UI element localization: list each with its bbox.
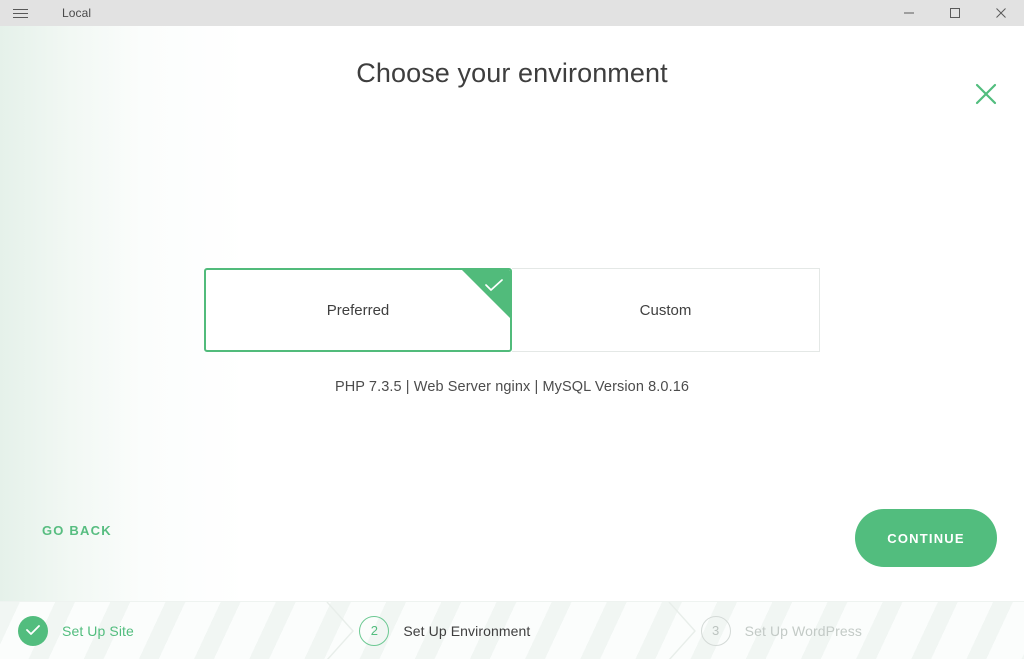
environment-option-preferred[interactable]: Preferred: [204, 268, 512, 352]
title-bar: Local: [0, 0, 1024, 26]
selected-corner-badge: [462, 270, 510, 318]
step-label: Set Up WordPress: [744, 622, 862, 639]
step-set-up-environment[interactable]: 2 Set Up Environment: [341, 602, 696, 659]
window-controls: [886, 0, 1024, 26]
step-set-up-site[interactable]: Set Up Site: [0, 602, 355, 659]
environment-option-custom[interactable]: Custom: [512, 268, 820, 352]
wizard-step-bar: Set Up Site 2 Set Up Environment 3 Set U…: [0, 601, 1024, 659]
go-back-button[interactable]: GO BACK: [42, 523, 112, 538]
step-set-up-wordpress[interactable]: 3 Set Up WordPress: [683, 602, 1024, 659]
step-marker: 3: [700, 615, 731, 646]
maximize-button[interactable]: [932, 0, 978, 26]
environment-option-label: Preferred: [326, 301, 390, 319]
close-icon: [996, 8, 1006, 18]
environment-options: Preferred Custom: [204, 268, 820, 352]
maximize-icon: [950, 8, 960, 18]
check-icon: [485, 279, 503, 291]
page-title: Choose your environment: [356, 58, 668, 88]
continue-button[interactable]: CONTINUE: [855, 509, 997, 567]
environment-summary: PHP 7.3.5 | Web Server nginx | MySQL Ver…: [334, 379, 690, 395]
hamburger-menu-icon[interactable]: [0, 0, 40, 26]
local-app-window: Local Choose your environment Preferred …: [0, 0, 1024, 659]
step-label: Set Up Site: [62, 622, 134, 639]
close-window-button[interactable]: [978, 0, 1024, 26]
minimize-button[interactable]: [886, 0, 932, 26]
window-title: Local: [62, 6, 92, 20]
step-marker: 2: [359, 615, 390, 646]
close-x-icon: [975, 83, 997, 105]
step-marker: [18, 615, 48, 646]
step-label: Set Up Environment: [403, 622, 531, 639]
check-icon: [26, 625, 40, 635]
close-wizard-button[interactable]: [964, 72, 1008, 116]
main-content: Choose your environment Preferred Custom: [0, 26, 1024, 601]
environment-option-label: Custom: [639, 301, 692, 319]
minimize-icon: [904, 12, 914, 14]
